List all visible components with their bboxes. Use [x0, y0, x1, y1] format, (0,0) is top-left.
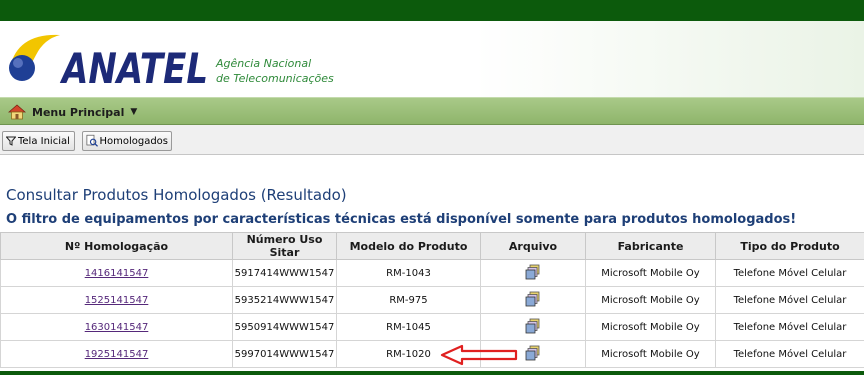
sitar-cell: 5997014WWW1547 — [232, 340, 337, 368]
file-stack-icon[interactable] — [525, 264, 541, 283]
homologacao-link[interactable]: 1416141547 — [85, 268, 149, 279]
modelo-cell: RM-1045 — [336, 313, 481, 341]
modelo-cell: RM-1043 — [336, 259, 481, 287]
homologacao-cell: 1630141547 — [0, 313, 233, 341]
top-bar — [0, 0, 864, 21]
tipo-cell: Telefone Móvel Celular — [715, 286, 864, 314]
menu-principal-label: Menu Principal — [32, 105, 125, 119]
site-header: ANATEL Agência Nacional de Telecomunicaç… — [0, 21, 864, 97]
file-stack-icon[interactable] — [525, 345, 541, 364]
homologacao-cell: 1925141547 — [0, 340, 233, 368]
logo-globe — [9, 55, 35, 81]
sitar-cell: 5950914WWW1547 — [232, 313, 337, 341]
tela-inicial-button[interactable]: Tela Inicial — [2, 131, 75, 151]
fabricante-cell: Microsoft Mobile Oy — [585, 286, 716, 314]
col-header-arquivo[interactable]: Arquivo — [480, 232, 586, 260]
red-annotation-arrow — [440, 344, 518, 366]
table-row: 1416141547 5917414WWW1547 RM-1043 Micros… — [0, 259, 864, 287]
col-header-fabricante[interactable]: Fabricante — [585, 232, 716, 260]
homologados-label: Homologados — [99, 135, 168, 147]
home-icon — [8, 104, 26, 120]
sitar-cell: 5935214WWW1547 — [232, 286, 337, 314]
homologacao-link[interactable]: 1630141547 — [85, 322, 149, 333]
search-document-icon — [86, 134, 99, 147]
arquivo-cell — [480, 259, 586, 287]
fabricante-cell: Microsoft Mobile Oy — [585, 340, 716, 368]
filter-note: O filtro de equipamentos por característ… — [6, 212, 797, 227]
tipo-cell: Telefone Móvel Celular — [715, 259, 864, 287]
homologados-button[interactable]: Homologados — [82, 131, 172, 151]
tela-inicial-label: Tela Inicial — [18, 135, 70, 147]
table-row: 1525141547 5935214WWW1547 RM-975 Microso… — [0, 286, 864, 314]
col-header-tipo[interactable]: Tipo do Produto — [715, 232, 864, 260]
fabricante-cell: Microsoft Mobile Oy — [585, 259, 716, 287]
brand-wordmark: ANATEL — [60, 44, 208, 93]
sitar-cell: 5917414WWW1547 — [232, 259, 337, 287]
tipo-cell: Telefone Móvel Celular — [715, 340, 864, 368]
col-header-homologacao[interactable]: Nº Homologação — [0, 232, 233, 260]
agency-name-line2: de Telecomunicações — [216, 72, 334, 85]
table-row: 1925141547 5997014WWW1547 RM-1020 Micros… — [0, 340, 864, 368]
filter-icon — [6, 136, 16, 146]
homologacao-cell: 1416141547 — [0, 259, 233, 287]
table-row: 1630141547 5950914WWW1547 RM-1045 Micros… — [0, 313, 864, 341]
homologacao-cell: 1525141547 — [0, 286, 233, 314]
menu-bar: Menu Principal ▼ — [0, 97, 864, 125]
col-header-sitar[interactable]: Número Uso Sitar — [232, 232, 337, 260]
file-stack-icon[interactable] — [525, 318, 541, 337]
fabricante-cell: Microsoft Mobile Oy — [585, 313, 716, 341]
arquivo-cell — [480, 286, 586, 314]
homologacao-link[interactable]: 1925141547 — [85, 349, 149, 360]
col-header-modelo[interactable]: Modelo do Produto — [336, 232, 481, 260]
homologacao-link[interactable]: 1525141547 — [85, 295, 149, 306]
results-table: Nº Homologação Número Uso Sitar Modelo d… — [0, 232, 864, 368]
bottom-bar — [0, 371, 864, 375]
chevron-down-icon: ▼ — [130, 107, 138, 117]
table-header-row: Nº Homologação Número Uso Sitar Modelo d… — [0, 232, 864, 260]
arquivo-cell — [480, 313, 586, 341]
file-stack-icon[interactable] — [525, 291, 541, 310]
agency-name-line1: Agência Nacional — [216, 57, 312, 70]
page-title: Consultar Produtos Homologados (Resultad… — [6, 186, 347, 204]
toolbar: Tela Inicial Homologados — [0, 125, 864, 155]
modelo-cell: RM-975 — [336, 286, 481, 314]
tipo-cell: Telefone Móvel Celular — [715, 313, 864, 341]
menu-principal-button[interactable]: Menu Principal ▼ — [8, 103, 137, 121]
